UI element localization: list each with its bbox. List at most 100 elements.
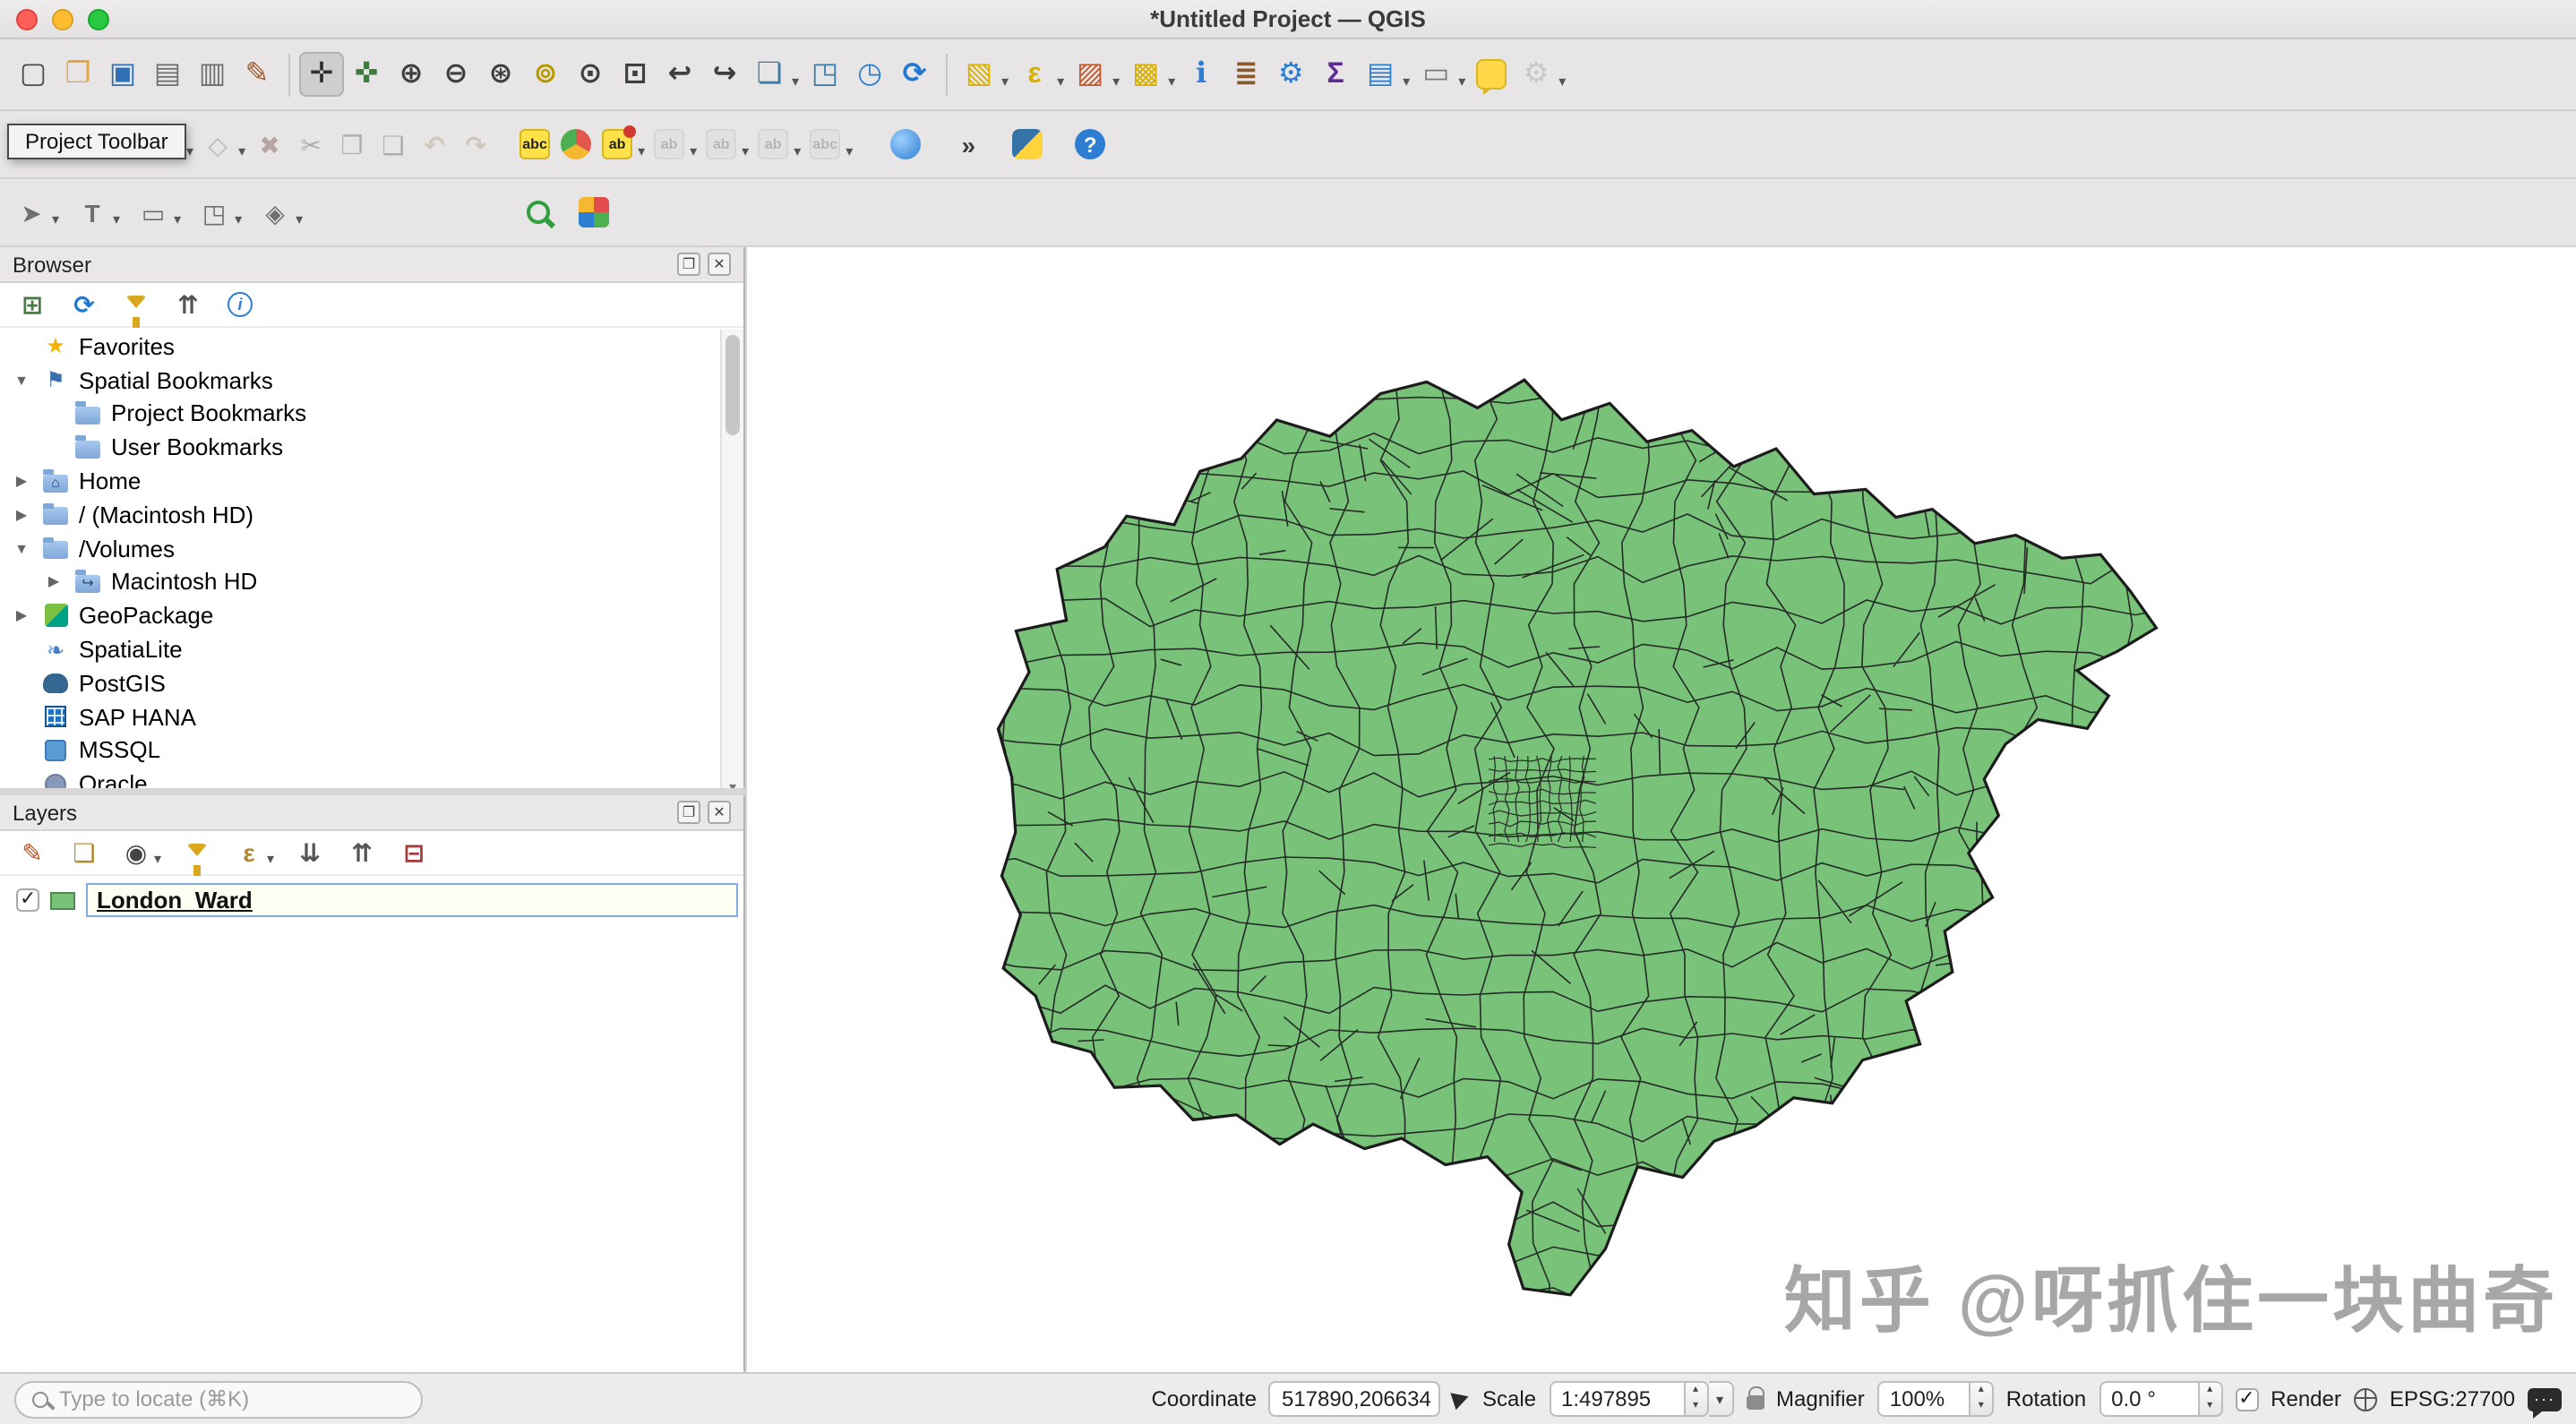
chevron-down-icon[interactable]: ▼ <box>11 540 32 556</box>
form-annotation-dropdown-icon[interactable]: ▾ <box>174 211 181 227</box>
rotation-spinbox[interactable]: 0.0 ° ▴ ▾ <box>2099 1381 2223 1417</box>
new-map-view-icon[interactable]: ❏ <box>747 52 792 97</box>
browser-item-macintosh-hd[interactable]: ▶ / (Macintosh HD) <box>0 498 720 532</box>
coordinate-extent-toggle-icon[interactable] <box>1451 1387 1473 1411</box>
magnifier-spinbox[interactable]: 100% ▴ ▾ <box>1876 1381 1994 1417</box>
fullscreen-window-button[interactable] <box>88 9 109 30</box>
browser-close-icon[interactable]: ✕ <box>708 253 731 276</box>
select-by-expression-icon[interactable]: ε <box>1012 52 1057 97</box>
processing-toolbox-icon[interactable]: ⚙ <box>1268 52 1313 97</box>
browser-item-oracle[interactable]: Oracle <box>0 768 720 788</box>
open-layer-styling-icon[interactable]: ✎ <box>16 836 48 869</box>
chevron-right-icon[interactable]: ▶ <box>11 608 32 624</box>
filter-by-expression-icon[interactable]: ε <box>233 836 265 869</box>
scrollbar-thumb[interactable] <box>726 335 740 435</box>
minimize-window-button[interactable] <box>52 9 73 30</box>
highlight-pinned-labels-icon[interactable]: ab <box>648 124 690 165</box>
zoom-to-selection-icon[interactable]: ⊚ <box>523 52 568 97</box>
layers-float-icon[interactable]: ❐ <box>677 801 700 824</box>
identify-features-icon[interactable]: ℹ <box>1179 52 1224 97</box>
copy-features-icon[interactable]: ❐ <box>331 124 373 165</box>
new-3d-map-view-icon[interactable]: ◳ <box>803 52 847 97</box>
vertex-tool-dropdown-icon[interactable]: ▾ <box>238 143 245 159</box>
change-label-properties-dropdown-icon[interactable]: ▾ <box>846 143 853 159</box>
deselect-features-dropdown-icon[interactable]: ▾ <box>1112 73 1120 90</box>
attributes-panel-icon[interactable]: ▤ <box>1358 52 1403 97</box>
open-project-icon[interactable]: ❐ <box>56 52 100 97</box>
chevron-right-icon[interactable]: ▶ <box>11 473 32 489</box>
layer-name-field[interactable]: London_Ward <box>86 883 738 917</box>
temporal-controller-icon[interactable]: ◷ <box>847 52 892 97</box>
python-console-icon[interactable] <box>1007 124 1048 165</box>
chevron-down-icon[interactable]: ▼ <box>11 372 32 388</box>
statistical-summary-icon[interactable]: Σ <box>1313 52 1358 97</box>
browser-float-icon[interactable]: ❐ <box>677 253 700 276</box>
toolbar-overflow-icon[interactable]: » <box>948 124 989 165</box>
rotate-label-dropdown-icon[interactable]: ▾ <box>794 143 801 159</box>
pan-map-icon[interactable]: ✛ <box>299 52 344 97</box>
help-icon[interactable]: ? <box>1069 124 1111 165</box>
browser-item-project-bookmarks[interactable]: Project Bookmarks <box>0 397 720 431</box>
new-map-view-dropdown-icon[interactable]: ▾ <box>792 73 799 90</box>
svg-annotation-dropdown-icon[interactable]: ▾ <box>296 211 303 227</box>
coordinate-input[interactable]: 517890,206634 <box>1268 1381 1441 1417</box>
zoom-native-icon[interactable]: ⊡ <box>613 52 657 97</box>
browser-item-home[interactable]: ▶ Home <box>0 464 720 498</box>
layers-close-icon[interactable]: ✕ <box>708 801 731 824</box>
manage-map-themes-icon[interactable]: ◉ <box>120 836 152 869</box>
measure-icon[interactable]: ▭ <box>1413 52 1458 97</box>
close-window-button[interactable] <box>16 9 38 30</box>
crs-globe-icon[interactable] <box>2353 1387 2377 1411</box>
save-project-icon[interactable]: ▣ <box>100 52 145 97</box>
layer-diagram-icon[interactable] <box>555 124 597 165</box>
messages-bubble-icon[interactable] <box>2528 1387 2562 1418</box>
vertex-tool-icon[interactable]: ◇ <box>197 124 238 165</box>
paste-features-icon[interactable]: ❑ <box>373 124 414 165</box>
collapse-all-layers-icon[interactable]: ⇈ <box>346 836 378 869</box>
add-selected-layers-icon[interactable]: ⊞ <box>16 288 48 321</box>
attributes-panel-dropdown-icon[interactable]: ▾ <box>1403 73 1410 90</box>
scale-input[interactable]: 1:497895 <box>1549 1381 1686 1417</box>
scale-combobox[interactable]: 1:497895 ▴ ▾ ▾ <box>1549 1381 1734 1417</box>
pan-to-selection-icon[interactable]: ✜ <box>344 52 389 97</box>
browser-item-geopackage[interactable]: ▶ GeoPackage <box>0 599 720 633</box>
select-by-value-dropdown-icon[interactable]: ▾ <box>1168 73 1175 90</box>
select-features-dropdown-icon[interactable]: ▾ <box>1001 73 1009 90</box>
select-by-value-icon[interactable]: ▩ <box>1123 52 1168 97</box>
pin-labels-icon[interactable]: ab <box>597 124 638 165</box>
remove-layer-icon[interactable]: ⊟ <box>398 836 430 869</box>
refresh-browser-icon[interactable]: ⟳ <box>68 288 100 321</box>
browser-item-favorites[interactable]: ★ Favorites <box>0 330 720 364</box>
zoom-to-layer-icon[interactable]: ⊙ <box>568 52 613 97</box>
browser-scrollbar[interactable] <box>720 330 743 788</box>
scale-dropdown-icon[interactable]: ▾ <box>1708 1381 1734 1417</box>
new-project-icon[interactable]: ▢ <box>11 52 56 97</box>
select-features-icon[interactable]: ▧ <box>957 52 1001 97</box>
browser-item-spatial-bookmarks[interactable]: ▼ ⚑ Spatial Bookmarks <box>0 364 720 398</box>
magnifier-stepper[interactable]: ▴ ▾ <box>1970 1381 1994 1417</box>
chevron-right-icon[interactable]: ▶ <box>43 574 64 590</box>
zoom-in-icon[interactable]: ⊕ <box>389 52 434 97</box>
layer-labeling-icon[interactable]: abc <box>514 124 555 165</box>
layer-visibility-checkbox[interactable] <box>16 887 39 912</box>
map-canvas[interactable]: 知乎 @呀抓住一块曲奇 <box>747 247 2576 1372</box>
rotation-input[interactable]: 0.0 ° <box>2099 1381 2200 1417</box>
move-annotation-dropdown-icon[interactable]: ▾ <box>52 211 59 227</box>
filter-by-expression-dropdown-icon[interactable]: ▾ <box>267 850 274 866</box>
html-annotation-dropdown-icon[interactable]: ▾ <box>235 211 242 227</box>
browser-item-spatialite[interactable]: ❧ SpatiaLite <box>0 632 720 666</box>
zoom-last-icon[interactable]: ↩ <box>657 52 702 97</box>
render-checkbox[interactable] <box>2235 1385 2259 1411</box>
refresh-map-icon[interactable]: ⟳ <box>892 52 937 97</box>
new-print-layout-icon[interactable]: ▤ <box>145 52 190 97</box>
crs-label[interactable]: EPSG:27700 <box>2390 1386 2515 1411</box>
html-annotation-icon[interactable]: ◳ <box>193 192 235 233</box>
zoom-full-extent-icon[interactable]: ⊛ <box>478 52 523 97</box>
move-label-dropdown-icon[interactable]: ▾ <box>742 143 749 159</box>
locate-search-input[interactable]: Type to locate (⌘K) <box>14 1380 423 1418</box>
pin-labels-dropdown-icon[interactable]: ▾ <box>638 143 645 159</box>
filter-legend-icon[interactable] <box>181 836 213 876</box>
svg-annotation-icon[interactable]: ◈ <box>254 192 296 233</box>
field-calculator-icon[interactable]: ≣ <box>1224 52 1268 97</box>
map-tips-icon[interactable] <box>1469 52 1514 97</box>
